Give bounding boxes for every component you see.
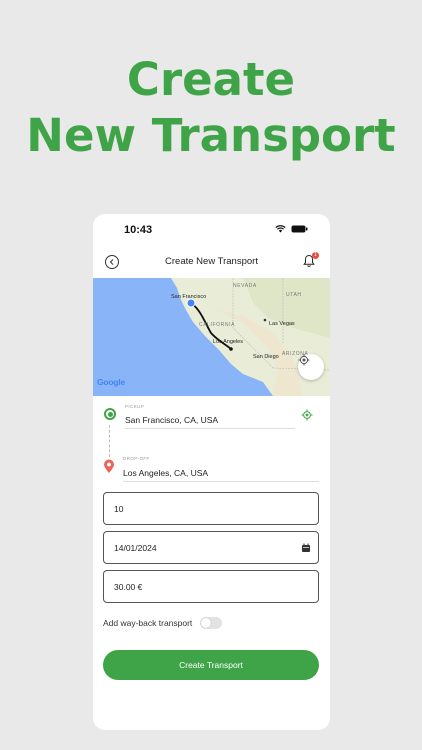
dropoff-pin-icon	[104, 459, 114, 473]
route-section: PICKUP San Francisco, CA, USA DROP-OFF L…	[93, 404, 330, 488]
way-back-row: Add way-back transport	[103, 615, 319, 631]
toggle-knob	[201, 618, 212, 628]
route-map[interactable]: NEVADA UTAH CALIFORNIA ARIZONA San Franc…	[93, 278, 330, 396]
map-label-state: UTAH	[286, 292, 302, 298]
status-icons	[275, 225, 308, 233]
quantity-input[interactable]: 10	[103, 492, 319, 525]
price-input[interactable]: 30.00 €	[103, 570, 319, 603]
date-value: 14/01/2024	[114, 542, 157, 553]
price-value: 30.00 €	[114, 581, 143, 592]
locate-icon	[298, 354, 310, 366]
dropoff-underline	[123, 481, 319, 482]
pickup-field[interactable]: San Francisco, CA, USA	[125, 415, 218, 425]
route-connector	[109, 425, 110, 457]
battery-icon	[291, 225, 308, 233]
target-icon[interactable]	[301, 409, 313, 421]
map-label-state: NEVADA	[233, 283, 257, 289]
map-label-city: San Diego	[253, 354, 279, 360]
promo-title: Create New Transport	[0, 52, 422, 164]
map-label-city: San Francisco	[171, 294, 207, 300]
date-input[interactable]: 14/01/2024	[103, 531, 319, 564]
map-label-city: Las Vegas	[269, 321, 295, 327]
pickup-caption: PICKUP	[125, 404, 145, 409]
google-attribution: Google	[97, 377, 126, 387]
locate-button[interactable]	[298, 354, 324, 380]
nav-bar: Create New Transport 1	[93, 252, 330, 276]
map-label-city: Los Angeles	[213, 339, 243, 345]
pickup-underline	[125, 428, 295, 429]
way-back-label: Add way-back transport	[103, 618, 193, 628]
promo-line-1: Create	[126, 53, 296, 106]
dropoff-field[interactable]: Los Angeles, CA, USA	[123, 468, 208, 478]
phone-screen: 10:43 Create New Transport 1 NEVADA UTAH…	[93, 214, 330, 730]
dropoff-caption: DROP-OFF	[123, 456, 150, 461]
pickup-marker-icon	[104, 408, 116, 420]
quantity-value: 10	[114, 503, 124, 514]
status-time: 10:43	[124, 224, 153, 236]
calendar-icon[interactable]	[301, 543, 311, 553]
promo-line-2: New Transport	[26, 109, 396, 162]
create-transport-button[interactable]: Create Transport	[103, 650, 319, 680]
page-title: Create New Transport	[165, 256, 258, 267]
wifi-icon	[275, 225, 286, 233]
notification-badge: 1	[312, 252, 319, 259]
status-bar: 10:43	[93, 214, 330, 246]
way-back-toggle[interactable]	[200, 617, 223, 629]
notifications-button[interactable]: 1	[302, 252, 319, 270]
map-label-state: CALIFORNIA	[199, 322, 236, 328]
